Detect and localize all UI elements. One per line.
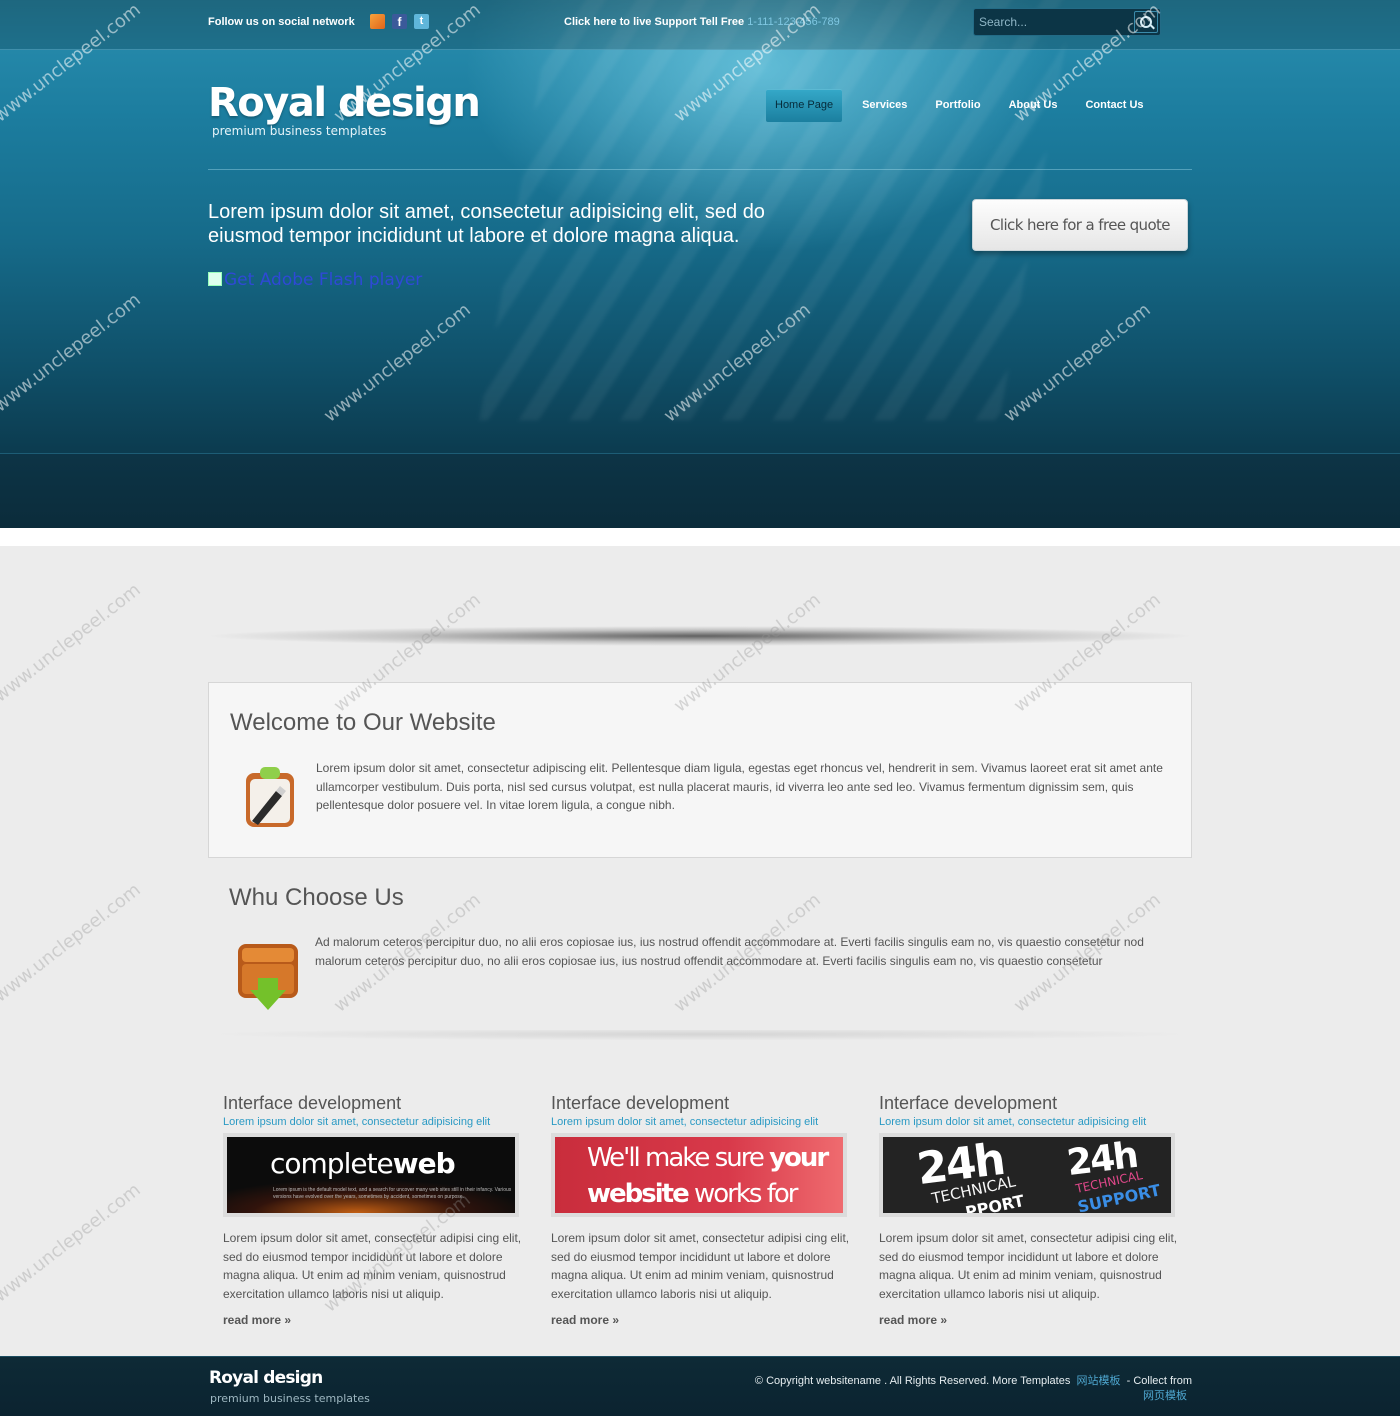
support-label: Click here to live Support Tell Free — [564, 16, 745, 28]
free-quote-button[interactable]: Click here for a free quote — [972, 199, 1188, 251]
twitter-icon[interactable]: t — [414, 14, 429, 29]
watermark: www.unclepeel.com — [0, 579, 145, 707]
support-text: Click here to live Support Tell Free 1-1… — [564, 16, 840, 28]
thumb-line2: website works for you! — [587, 1179, 843, 1213]
copyright: © Copyright websitename . All Rights Res… — [722, 1374, 1192, 1404]
clipboard-icon — [246, 767, 294, 827]
hero-bottom-band — [0, 453, 1400, 528]
section-divider — [208, 1030, 1192, 1044]
feature-column: Interface development Lorem ipsum dolor … — [879, 1092, 1179, 1327]
read-more-link[interactable]: read more » — [551, 1313, 851, 1327]
read-more-link[interactable]: read more » — [879, 1313, 1179, 1327]
thumb-headline: completeweb — [270, 1147, 456, 1180]
main-nav: Home Page Services Portfolio About Us Co… — [766, 89, 1158, 122]
logo-tagline: premium business templates — [212, 124, 387, 138]
nav-portfolio[interactable]: Portfolio — [921, 89, 994, 122]
templates-link[interactable]: 网站模板 — [1076, 1375, 1120, 1387]
column-text: Lorem ipsum dolor sit amet, consectetur … — [551, 1231, 850, 1301]
feature-column: Interface development Lorem ipsum dolor … — [223, 1092, 523, 1327]
why-text: Ad malorum ceteros percipitur duo, no al… — [315, 935, 1144, 968]
nav-about[interactable]: About Us — [995, 89, 1072, 122]
collect-text: - Collect from — [1126, 1375, 1192, 1387]
nav-divider — [208, 169, 1192, 170]
thumb-word1: complete — [270, 1147, 394, 1180]
watermark: www.unclepeel.com — [0, 1179, 145, 1307]
thumb-word2: web — [392, 1147, 456, 1180]
search-button[interactable] — [1134, 11, 1158, 33]
header-hero: Follow us on social network f t Click he… — [0, 0, 1400, 528]
shadow-divider — [208, 626, 1192, 646]
thumb-line1b: your — [769, 1143, 829, 1173]
hero-text: Lorem ipsum dolor sit amet, consectetur … — [208, 201, 765, 247]
column-thumbnail[interactable]: We'll make sure your website works for y… — [551, 1133, 847, 1217]
welcome-title: Welcome to Our Website — [230, 709, 496, 736]
welcome-text: Lorem ipsum dolor sit amet, consectetur … — [316, 761, 1163, 812]
thumb-line2a: website — [587, 1179, 690, 1209]
welcome-box: Welcome to Our Website Lorem ipsum dolor… — [208, 682, 1192, 858]
nav-contact[interactable]: Contact Us — [1071, 89, 1157, 122]
follow-label: Follow us on social network — [208, 16, 355, 28]
watermark: www.unclepeel.com — [0, 879, 145, 1007]
footer: Royal design premium business templates … — [0, 1356, 1400, 1416]
copyright-text: © Copyright websitename . All Rights Res… — [754, 1375, 1071, 1387]
flash-player-link[interactable]: Get Adobe Flash player — [208, 270, 422, 290]
column-subtitle: Lorem ipsum dolor sit amet, consectetur … — [879, 1116, 1147, 1128]
why-title: Whu Choose Us — [229, 884, 404, 911]
thumb-line1: We'll make sure your — [587, 1143, 829, 1173]
footer-tagline: premium business templates — [210, 1392, 370, 1405]
top-bar: Follow us on social network f t Click he… — [0, 0, 1400, 50]
read-more-link[interactable]: read more » — [223, 1313, 523, 1327]
web-templates-link[interactable]: 网页模板 — [1143, 1390, 1187, 1402]
nav-home[interactable]: Home Page — [766, 89, 843, 122]
search-input[interactable] — [976, 11, 1132, 33]
column-thumbnail[interactable]: 24h TECHNICAL PPORT 24h TECHNICAL SUPPOR… — [879, 1133, 1175, 1217]
logo[interactable]: Royal design — [208, 80, 481, 126]
thumb-fine-print: Lorem ipsum is the default model text, a… — [273, 1187, 512, 1200]
column-subtitle: Lorem ipsum dolor sit amet, consectetur … — [223, 1116, 491, 1128]
column-title: Interface development — [879, 1093, 1058, 1113]
watermark: www.unclepeel.com — [320, 299, 475, 427]
flash-link-text: Get Adobe Flash player — [224, 270, 423, 290]
support-phone: 1-111-123-456-789 — [747, 16, 840, 28]
watermark: www.unclepeel.com — [1000, 299, 1155, 427]
facebook-icon[interactable]: f — [392, 14, 407, 29]
column-title: Interface development — [551, 1093, 730, 1113]
column-text: Lorem ipsum dolor sit amet, consectetur … — [879, 1231, 1178, 1301]
rss-icon[interactable] — [370, 14, 385, 29]
search-box — [973, 8, 1161, 36]
broken-image-icon — [208, 272, 222, 286]
footer-logo[interactable]: Royal design — [209, 1368, 323, 1388]
social-links: f t — [370, 14, 429, 29]
feature-column: Interface development Lorem ipsum dolor … — [551, 1092, 851, 1327]
column-text: Lorem ipsum dolor sit amet, consectetur … — [223, 1231, 522, 1301]
nav-services[interactable]: Services — [848, 89, 921, 122]
watermark: www.unclepeel.com — [0, 289, 145, 417]
column-subtitle: Lorem ipsum dolor sit amet, consectetur … — [551, 1116, 819, 1128]
column-title: Interface development — [223, 1093, 402, 1113]
download-box-icon — [238, 944, 298, 1010]
section-gap — [0, 528, 1400, 546]
column-thumbnail[interactable]: completeweb Lorem ipsum is the default m… — [223, 1133, 519, 1217]
thumb-line1a: We'll make sure — [587, 1143, 765, 1173]
